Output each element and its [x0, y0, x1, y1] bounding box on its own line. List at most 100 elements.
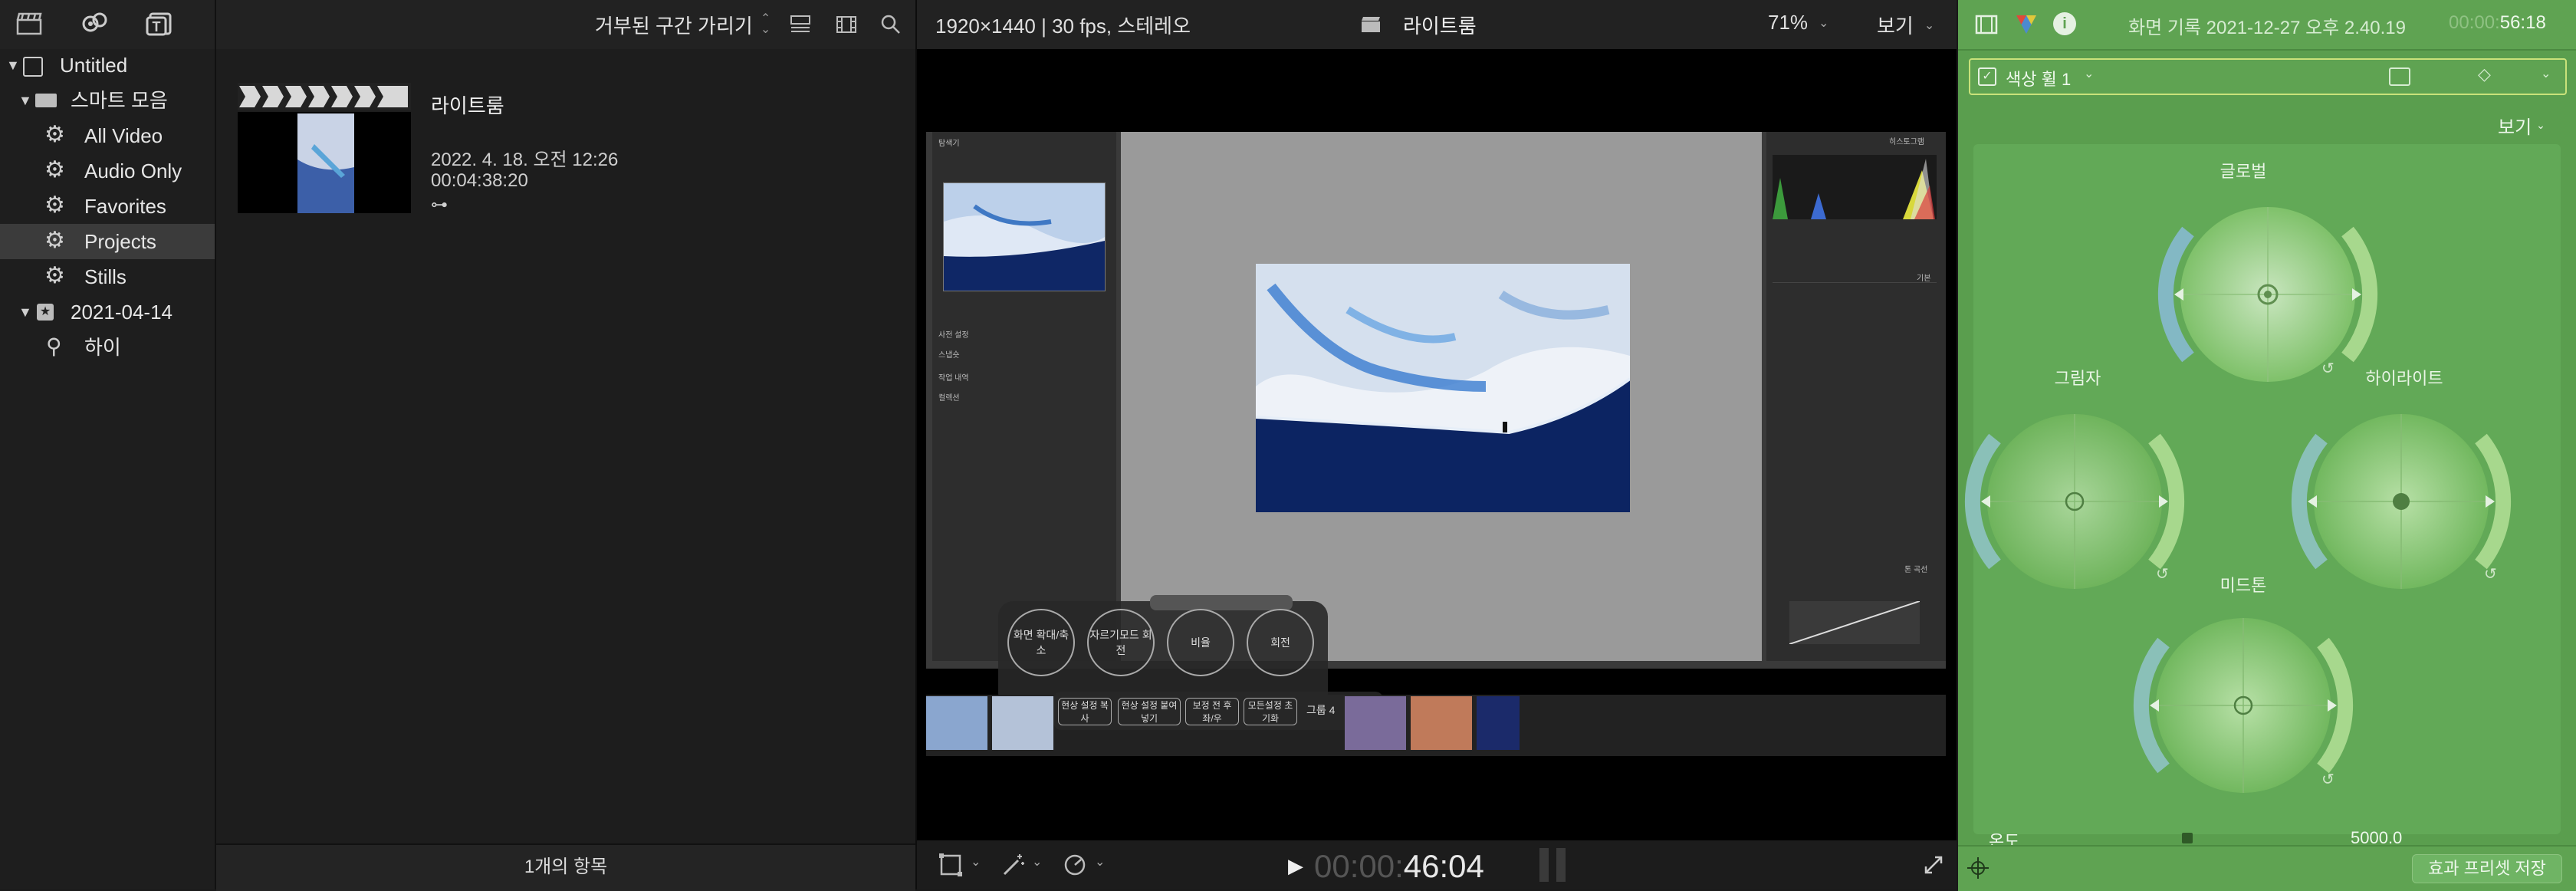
color-wheel-highlights[interactable]: [2288, 388, 2515, 615]
disclosure-triangle-icon[interactable]: ▼: [18, 83, 32, 118]
gear-icon: ⚙: [44, 192, 65, 218]
sidebar-item-label: 스마트 모음: [71, 89, 168, 112]
title-icon[interactable]: T: [144, 11, 175, 38]
chevron-down-icon[interactable]: ⌄: [1032, 854, 1042, 870]
lr-right-panel: 히스토그램 기본 톤 곡선: [1766, 132, 1946, 661]
overlay-second-row: 현상 설정 복사 현상 설정 붙여넣기 보정 전 후 좌/우 모든설정 초기화 …: [1053, 692, 1383, 730]
overlay-crop-button[interactable]: 자르기모드 회전: [1087, 609, 1155, 676]
overlay-group-label: 그룹 4: [1306, 704, 1336, 716]
filmstrip-view-icon[interactable]: [836, 14, 857, 35]
timecode-display[interactable]: 00:00:46:04: [1314, 848, 1484, 885]
keyframe-diamond-icon[interactable]: ◇: [2478, 64, 2491, 84]
sidebar-item-label: Untitled: [60, 54, 128, 77]
filmstrip-thumb: [992, 696, 1053, 750]
sidebar-item-all-video[interactable]: ⚙ All Video: [0, 118, 215, 153]
timecode-value: 46:04: [1403, 848, 1484, 884]
color-inspector-icon[interactable]: [2015, 12, 2038, 35]
zoom-popup[interactable]: 71% ⌄: [1768, 11, 1829, 35]
filmstrip-thumb: [1345, 696, 1406, 750]
lr-tone-curve-label: 톤 곡선: [1904, 566, 1928, 574]
search-icon[interactable]: [880, 14, 902, 35]
key-icon: ⊶: [431, 195, 448, 214]
inspector-panel: i 화면 기록 2021-12-27 오후 2.40.19 00:00:56:1…: [1958, 0, 2576, 891]
speed-icon[interactable]: [1063, 853, 1087, 877]
lr-histogram-label: 히스토그램: [1889, 138, 1924, 146]
lr-section-collections: 컬렉션: [938, 394, 960, 403]
sidebar-item-projects[interactable]: ⚙ Projects: [0, 224, 215, 259]
event-icon: ★: [37, 304, 54, 321]
overlay-paste-settings-button[interactable]: 현상 설정 붙여넣기: [1118, 698, 1181, 725]
reset-icon[interactable]: ↺: [2156, 564, 2169, 584]
chevron-down-icon: ⌄: [1819, 16, 1829, 30]
project-date: 2022. 4. 18. 오전 12:26: [431, 150, 619, 170]
reset-icon[interactable]: ↺: [2484, 564, 2497, 584]
reset-icon[interactable]: ↺: [2321, 770, 2334, 789]
inspector-view-popup[interactable]: 보기 ⌄: [2498, 112, 2545, 139]
project-duration: 00:04:38:20: [431, 170, 528, 191]
lr-left-panel: 탐색기 사전 설정 스냅숏 작업 내역 컬렉션: [932, 132, 1116, 661]
filmstrip-thumb: [1477, 696, 1520, 750]
sidebar-item-label: Stills: [84, 265, 127, 288]
play-icon[interactable]: ▶: [1288, 854, 1303, 878]
audio-meter: [1556, 848, 1566, 882]
temperature-slider-knob[interactable]: [2182, 833, 2193, 843]
reset-icon[interactable]: ↺: [2321, 359, 2334, 378]
filmstrip-thumb: [1411, 696, 1472, 750]
chevron-down-icon: ⌄: [1924, 18, 1935, 32]
disclosure-triangle-icon[interactable]: ▼: [18, 294, 32, 330]
clapper-icon[interactable]: [14, 11, 44, 38]
sidebar-item-label: All Video: [84, 124, 163, 147]
clip-filter-popup[interactable]: 거부된 구간 가리기 ⌃ ⌄: [595, 11, 770, 38]
browser-toolbar: 거부된 구간 가리기 ⌃ ⌄: [216, 0, 915, 49]
chevron-down-icon[interactable]: ⌄: [2541, 66, 2551, 81]
view-popup[interactable]: 보기 ⌄: [1877, 11, 1934, 39]
effect-header[interactable]: ✓ 색상 휠 1 ⌄ ◇ ⌄: [1969, 58, 2567, 95]
lr-section-presets: 사전 설정: [938, 331, 969, 340]
overlay-reset-button[interactable]: 모든설정 초기화: [1244, 698, 1297, 725]
sidebar-item-keyword-hai[interactable]: ⚲ 하이: [0, 330, 215, 365]
video-inspector-icon[interactable]: [1975, 14, 1998, 35]
lr-main-photo: [1255, 264, 1631, 512]
save-effect-preset-button[interactable]: 효과 프리셋 저장: [2412, 854, 2562, 883]
overlay-zoom-button[interactable]: 화면 확대/축소: [1007, 609, 1075, 676]
sidebar-item-smart-collections[interactable]: ▼ 스마트 모음: [0, 83, 215, 118]
color-wheel-global[interactable]: [2154, 181, 2381, 408]
crosshair-icon[interactable]: [1967, 857, 1989, 879]
project-thumbnail[interactable]: [238, 83, 411, 213]
magic-wand-icon[interactable]: [1001, 853, 1026, 877]
sidebar-item-label: 2021-04-14: [71, 301, 172, 324]
disclosure-triangle-icon[interactable]: ▼: [6, 48, 20, 83]
sidebar-item-audio-only[interactable]: ⚙ Audio Only: [0, 153, 215, 189]
chevron-down-icon[interactable]: ⌄: [971, 854, 981, 870]
clip-filter-label: 거부된 구간 가리기: [595, 14, 753, 38]
gear-icon: ⚙: [44, 228, 65, 253]
effect-name: 색상 휠 1: [2006, 70, 2072, 89]
sidebar-item-stills[interactable]: ⚙ Stills: [0, 259, 215, 294]
libraries-sidebar: T ▼ Untitled ▼ 스마트 모음 ⚙ All Video ⚙ Audi…: [0, 0, 216, 889]
lr-section-history: 작업 내역: [938, 374, 969, 383]
overlay-copy-settings-button[interactable]: 현상 설정 복사: [1058, 698, 1112, 725]
lr-photo-area: 화면 확대/축소 자르기모드 회전 비율 회전: [998, 132, 1762, 709]
overlay-rotate-button[interactable]: 회전: [1247, 609, 1314, 676]
gear-icon: ⚙: [44, 263, 65, 288]
sidebar-item-untitled[interactable]: ▼ Untitled: [0, 48, 215, 83]
fullscreen-icon[interactable]: [1923, 854, 1944, 876]
chevron-down-icon[interactable]: ⌄: [1095, 854, 1105, 870]
overlay-before-after-button[interactable]: 보정 전 후 좌/우: [1185, 698, 1239, 725]
effect-enable-checkbox[interactable]: ✓: [1978, 67, 1996, 86]
overlay-ratio-button[interactable]: 비율: [1167, 609, 1234, 676]
music-icon[interactable]: [80, 11, 110, 38]
list-view-icon[interactable]: [790, 14, 811, 35]
inspector-toolbar: i 화면 기록 2021-12-27 오후 2.40.19 00:00:56:1…: [1958, 0, 2576, 51]
mask-icon[interactable]: [2389, 67, 2410, 86]
chevron-down-icon: ⌄: [2536, 119, 2545, 131]
lr-section-snapshots: 스냅숏: [938, 351, 960, 360]
color-wheel-shadows[interactable]: [1961, 388, 2188, 615]
sidebar-item-favorites[interactable]: ⚙ Favorites: [0, 189, 215, 224]
browser-panel: 거부된 구간 가리기 ⌃ ⌄ 라이트룸 2022. 4. 18. 오전 12:2…: [216, 0, 917, 891]
transform-icon[interactable]: [938, 853, 963, 877]
chevron-down-icon[interactable]: ⌄: [2084, 66, 2094, 81]
sidebar-item-event-2021-04-14[interactable]: ▼ ★ 2021-04-14: [0, 294, 215, 330]
lr-navigator-label: 탐색기: [938, 140, 960, 148]
info-icon[interactable]: i: [2053, 12, 2076, 35]
